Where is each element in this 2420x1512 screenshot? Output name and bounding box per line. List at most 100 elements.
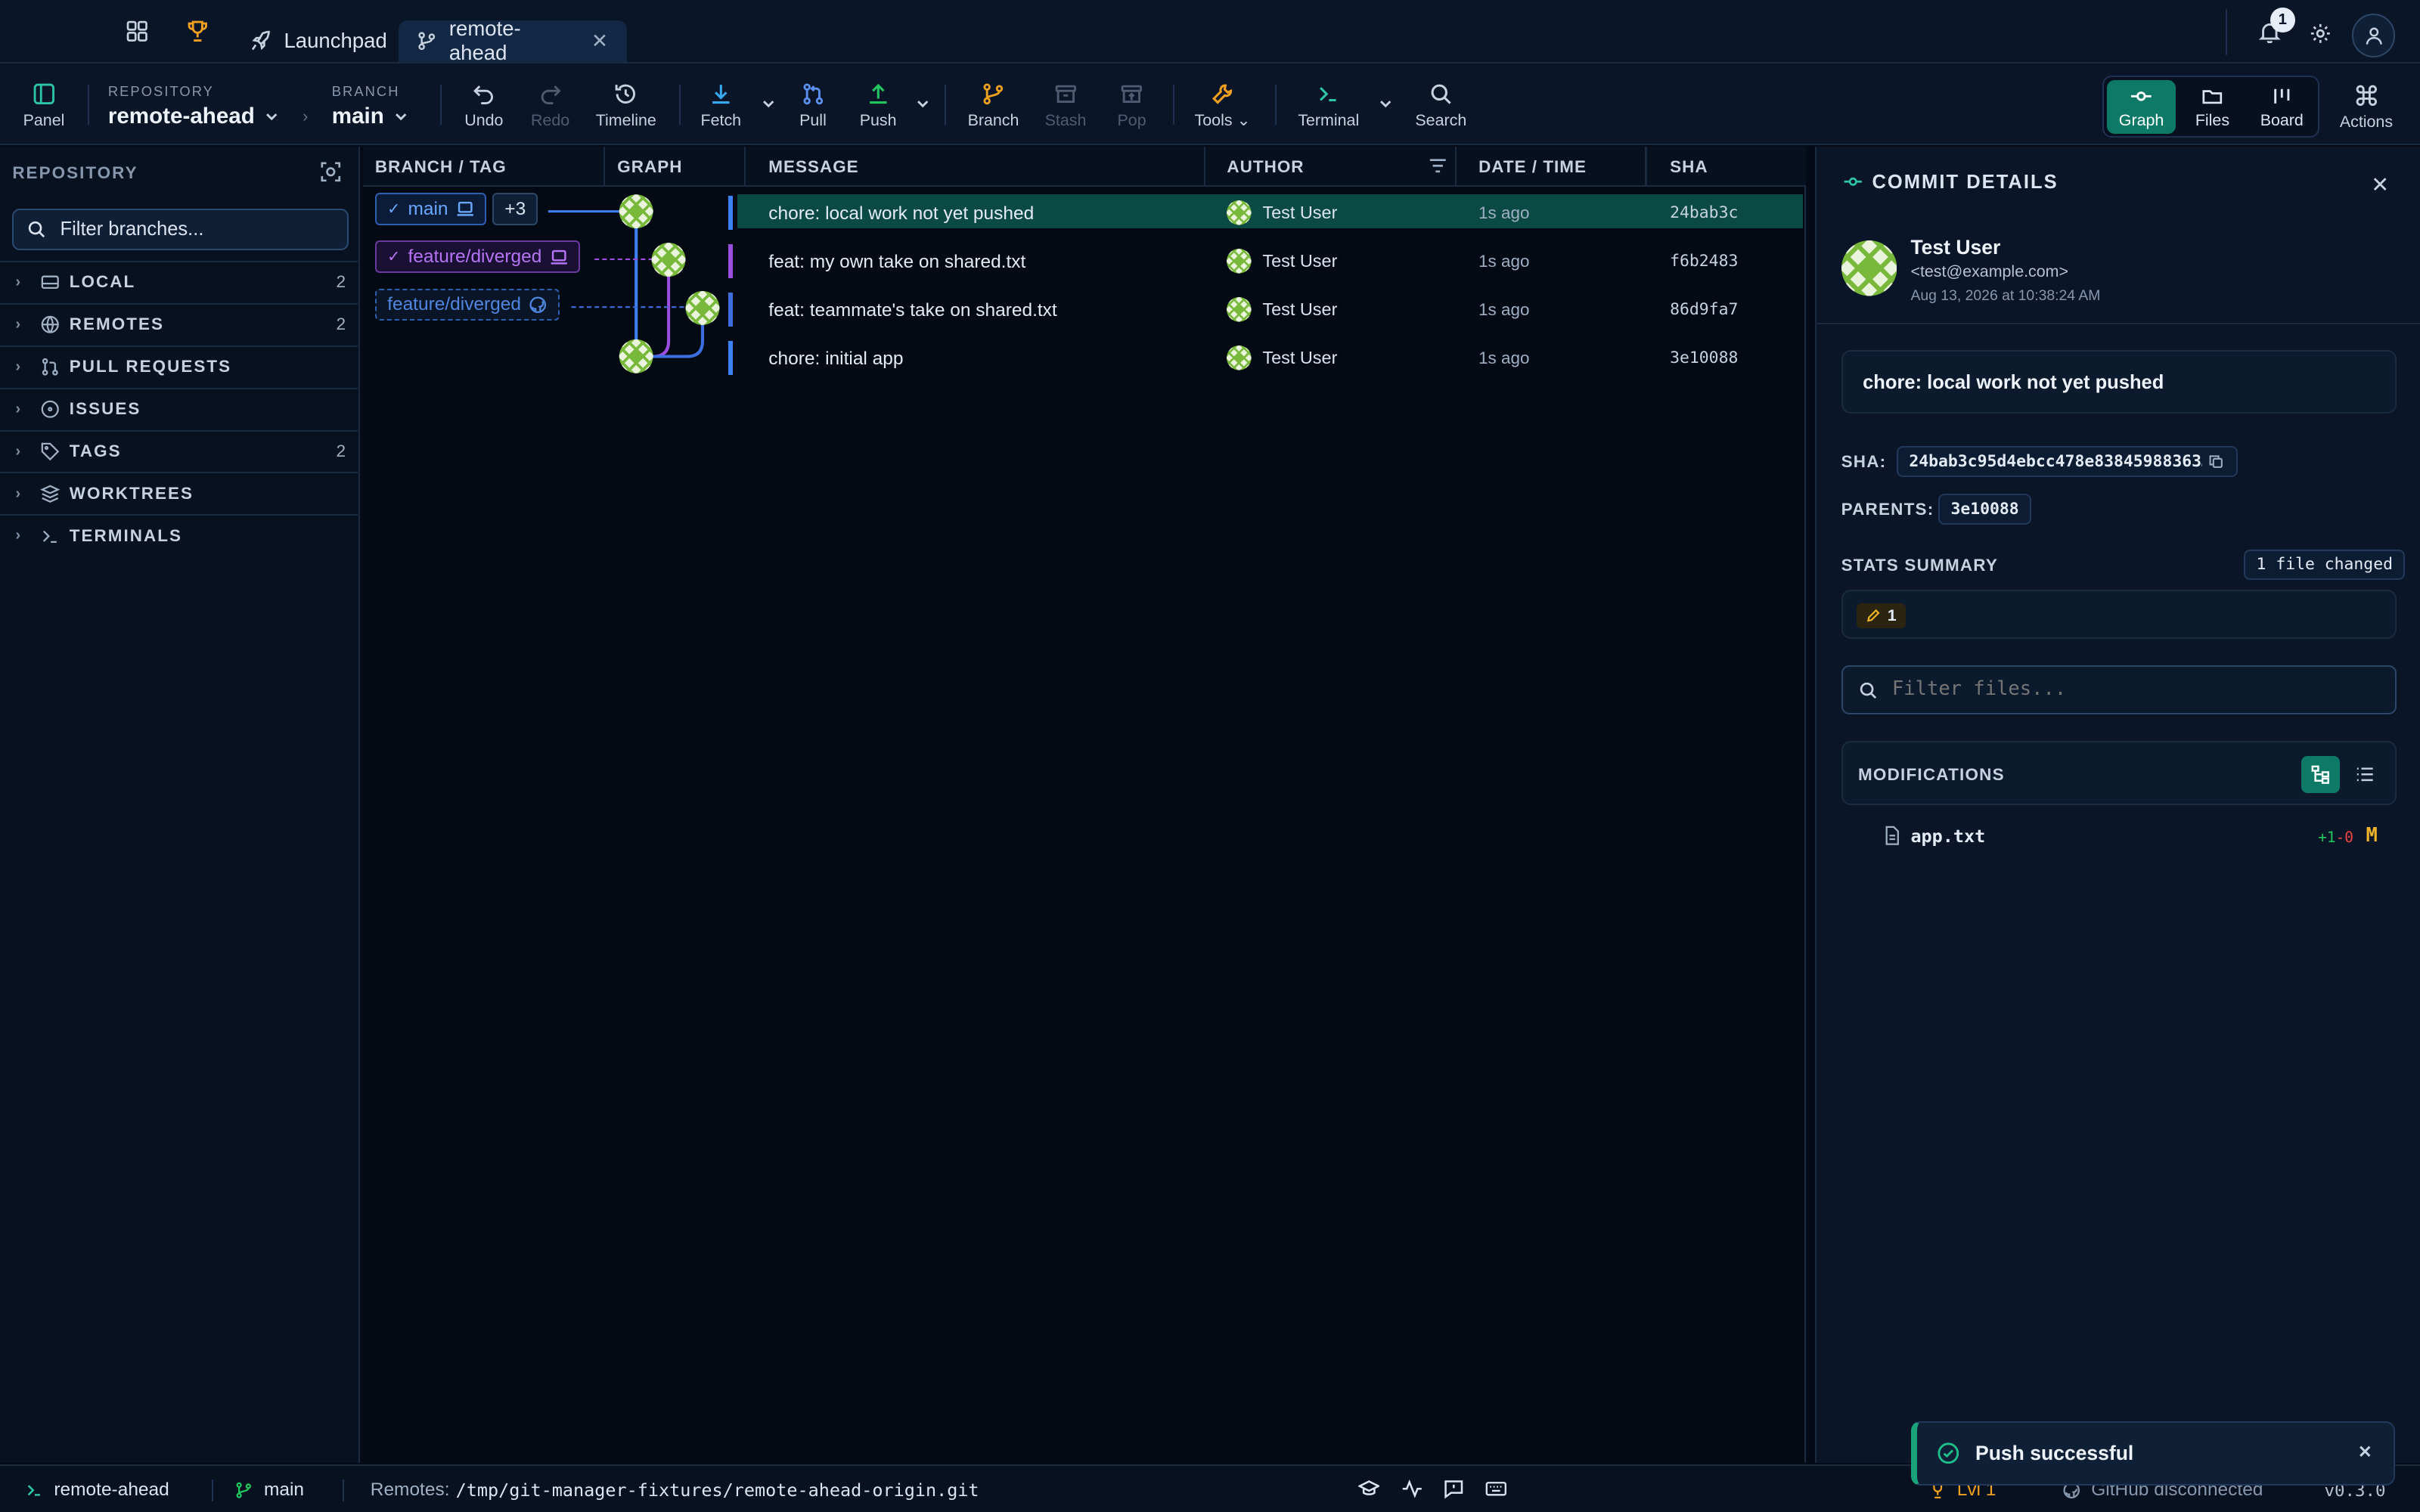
notifications-button[interactable]: 1 bbox=[2258, 8, 2295, 44]
kanban-icon bbox=[2274, 88, 2290, 104]
branch-ref-feature-diverged-local[interactable]: ✓ feature/diverged bbox=[374, 240, 581, 274]
sidebar-section-terminals[interactable]: › TERMINALS bbox=[0, 514, 358, 556]
column-branch-tag[interactable]: BRANCH / TAG bbox=[375, 157, 507, 177]
undo-button[interactable]: Undo bbox=[464, 82, 503, 130]
keyboard-icon[interactable] bbox=[1485, 1478, 1508, 1500]
focus-icon[interactable] bbox=[319, 160, 343, 184]
column-resizer[interactable] bbox=[743, 146, 746, 187]
commit-row[interactable]: chore: local work not yet pushed Test Use… bbox=[363, 190, 1806, 237]
search-icon bbox=[1858, 680, 1879, 701]
branch-ref-main[interactable]: ✓ main bbox=[374, 193, 487, 225]
laptop-icon bbox=[550, 249, 568, 265]
commit-message: feat: teammate's take on shared.txt bbox=[768, 300, 1057, 321]
redo-button[interactable]: Redo bbox=[531, 82, 569, 130]
column-graph[interactable]: GRAPH bbox=[617, 157, 682, 177]
list-view-button[interactable] bbox=[2346, 756, 2384, 793]
terminal-button[interactable]: Terminal bbox=[1298, 82, 1359, 130]
push-button[interactable]: Push bbox=[860, 82, 897, 130]
sidebar-section-remotes[interactable]: › REMOTES 2 bbox=[0, 302, 358, 345]
graduation-cap-icon[interactable] bbox=[1357, 1478, 1380, 1500]
copy-icon[interactable] bbox=[2208, 454, 2223, 469]
more-refs-badge[interactable]: +3 bbox=[492, 193, 538, 225]
chevron-down-icon[interactable] bbox=[915, 96, 930, 111]
stash-button[interactable]: Stash bbox=[1045, 82, 1086, 130]
column-message[interactable]: MESSAGE bbox=[768, 157, 858, 177]
section-label: ISSUES bbox=[69, 399, 141, 419]
pull-button[interactable]: Pull bbox=[799, 82, 827, 130]
lane-marker bbox=[728, 244, 734, 278]
tree-icon bbox=[2311, 765, 2329, 785]
files-view-button[interactable]: Files bbox=[2178, 80, 2248, 134]
graph-view-button[interactable]: Graph bbox=[2106, 80, 2176, 135]
pop-button[interactable]: Pop bbox=[1118, 82, 1146, 130]
column-resizer[interactable] bbox=[603, 146, 605, 187]
account-button[interactable] bbox=[2352, 14, 2396, 57]
author-avatar bbox=[1227, 297, 1252, 322]
close-icon[interactable]: ✕ bbox=[2371, 172, 2389, 198]
column-date-time[interactable]: DATE / TIME bbox=[1478, 157, 1587, 177]
activity-icon[interactable] bbox=[1401, 1478, 1423, 1500]
commit-graph-table: BRANCH / TAG GRAPH MESSAGE AUTHOR DATE /… bbox=[362, 146, 1806, 1463]
sidebar-section-worktrees[interactable]: › WORKTREES bbox=[0, 472, 358, 513]
branch-icon bbox=[417, 31, 437, 51]
status-branch[interactable]: main bbox=[234, 1479, 304, 1501]
chevron-down-icon[interactable] bbox=[1378, 96, 1393, 111]
redo-label: Redo bbox=[531, 110, 570, 129]
filter-icon[interactable] bbox=[1428, 156, 1448, 176]
modified-count: 1 bbox=[1887, 606, 1897, 624]
chevron-right-icon: › bbox=[15, 485, 23, 502]
commit-message: feat: my own take on shared.txt bbox=[768, 252, 1026, 273]
branch-selector[interactable]: main bbox=[332, 104, 409, 129]
close-icon[interactable]: ✕ bbox=[2358, 1442, 2372, 1462]
sidebar-section-tags[interactable]: › TAGS 2 bbox=[0, 429, 358, 472]
feedback-icon[interactable] bbox=[1443, 1478, 1465, 1500]
sidebar-section-issues[interactable]: › ISSUES bbox=[0, 387, 358, 429]
column-sha[interactable]: SHA bbox=[1670, 157, 1708, 177]
repository-selector[interactable]: remote-ahead bbox=[108, 104, 280, 129]
status-repo[interactable]: remote-ahead bbox=[25, 1479, 169, 1501]
filter-branches-field[interactable] bbox=[12, 208, 349, 250]
filter-files-field[interactable] bbox=[1841, 665, 2397, 714]
search-button[interactable]: Search bbox=[1415, 82, 1466, 130]
file-row[interactable]: app.txt +1-0 M bbox=[1841, 821, 2397, 855]
search-label: Search bbox=[1415, 110, 1467, 129]
search-icon bbox=[26, 219, 47, 240]
history-icon bbox=[616, 84, 636, 104]
board-view-button[interactable]: Board bbox=[2247, 80, 2316, 134]
tab-remote-ahead[interactable]: remote-ahead ✕ bbox=[398, 17, 627, 64]
column-resizer[interactable] bbox=[1203, 146, 1205, 187]
panel-button[interactable]: Panel bbox=[23, 82, 64, 130]
check-icon: ✓ bbox=[387, 249, 401, 266]
filter-files-input[interactable] bbox=[1891, 677, 2371, 700]
divider bbox=[343, 1479, 345, 1501]
fetch-button[interactable]: Fetch bbox=[701, 82, 741, 130]
branch-ref-feature-diverged-remote[interactable]: feature/diverged bbox=[374, 288, 560, 321]
undo-label: Undo bbox=[464, 110, 504, 129]
column-resizer[interactable] bbox=[1455, 146, 1457, 187]
push-label: Push bbox=[859, 110, 897, 129]
branch-button[interactable]: Branch bbox=[968, 82, 1019, 130]
settings-button[interactable] bbox=[2309, 22, 2332, 45]
trophy-icon[interactable] bbox=[187, 20, 212, 45]
sidebar-section-local[interactable]: › LOCAL 2 bbox=[0, 260, 358, 302]
timeline-button[interactable]: Timeline bbox=[596, 82, 656, 130]
laptop-icon bbox=[456, 200, 474, 217]
sha-chip[interactable]: 24bab3c95d4ebcc478e83845988363… bbox=[1897, 445, 2238, 477]
tools-button[interactable]: Tools ⌄ bbox=[1195, 82, 1250, 130]
filter-branches-input[interactable] bbox=[60, 218, 338, 240]
grid-icon[interactable] bbox=[126, 20, 151, 45]
commit-row[interactable]: feat: teammate's take on shared.txt Test … bbox=[363, 287, 1806, 334]
actions-button[interactable]: Actions bbox=[2340, 83, 2393, 132]
chevron-down-icon[interactable] bbox=[761, 96, 776, 111]
tree-view-button[interactable] bbox=[2301, 755, 2340, 793]
tag-icon bbox=[40, 442, 60, 462]
sidebar-section-pull-requests[interactable]: › PULL REQUESTS bbox=[0, 345, 358, 387]
close-icon[interactable]: ✕ bbox=[591, 29, 608, 53]
column-resizer[interactable] bbox=[1645, 146, 1647, 187]
commit-row[interactable]: chore: initial app Test User 1s ago 3e10088 bbox=[363, 335, 1806, 383]
parent-sha-chip[interactable]: 3e10088 bbox=[1938, 494, 2031, 525]
pencil-icon bbox=[1866, 608, 1881, 623]
section-count: 2 bbox=[336, 442, 346, 461]
tab-launchpad[interactable]: Launchpad bbox=[231, 20, 405, 62]
column-author[interactable]: AUTHOR bbox=[1227, 157, 1304, 177]
